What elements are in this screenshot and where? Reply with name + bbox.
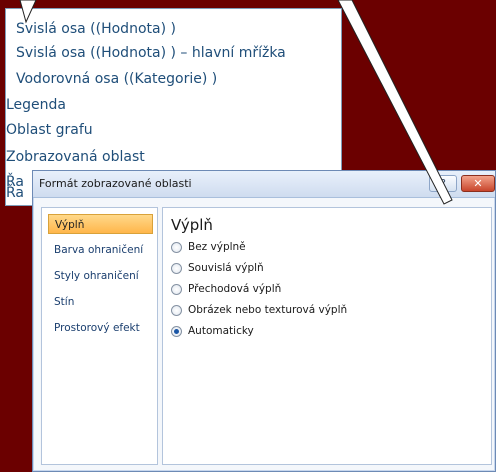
radio-automatic[interactable]	[171, 325, 182, 337]
nav-item-fill[interactable]: Výplň	[48, 214, 153, 234]
option-automatic[interactable]: Automaticky	[171, 325, 254, 341]
close-icon: ✕	[473, 177, 483, 190]
menu-item-chart-area[interactable]: Oblast grafu	[6, 122, 93, 138]
menu-item-series-2[interactable]: Řa	[6, 185, 24, 201]
section-title: Výplň	[171, 216, 213, 234]
option-solid-fill[interactable]: Souvislá výplň	[171, 262, 264, 278]
fill-options-panel: Výplň Bez výplně Souvislá výplň Přechodo…	[162, 207, 492, 465]
menu-item-horizontal-axis[interactable]: Vodorovná osa ((Kategorie) )	[16, 71, 217, 87]
dialog-titlebar[interactable]: Formát zobrazované oblasti ? ✕	[33, 171, 495, 198]
menu-item-vertical-axis[interactable]: Svislá osa ((Hodnota) )	[16, 21, 176, 37]
help-icon: ?	[440, 177, 446, 190]
menu-item-plot-area[interactable]: Zobrazovaná oblast	[6, 149, 145, 165]
radio-solid-fill[interactable]	[171, 262, 182, 274]
help-button[interactable]: ?	[429, 175, 457, 192]
option-gradient-fill[interactable]: Přechodová výplň	[171, 283, 281, 299]
radio-picture-fill[interactable]	[171, 304, 182, 316]
format-plot-area-dialog: Formát zobrazované oblasti ? ✕ Výplň Bar…	[32, 170, 496, 472]
radio-no-fill[interactable]	[171, 241, 182, 253]
option-no-fill[interactable]: Bez výplně	[171, 241, 246, 257]
nav-item-3d-effect[interactable]: Prostorový efekt	[48, 318, 153, 338]
dialog-title: Formát zobrazované oblasti	[39, 177, 192, 190]
menu-item-vertical-axis-gridlines[interactable]: Svislá osa ((Hodnota) ) – hlavní mřížka	[16, 45, 286, 61]
nav-item-border-color[interactable]: Barva ohraničení	[48, 240, 153, 260]
menu-item-legend[interactable]: Legenda	[6, 97, 66, 113]
radio-gradient-fill[interactable]	[171, 283, 182, 295]
option-picture-fill[interactable]: Obrázek nebo texturová výplň	[171, 304, 347, 320]
close-button[interactable]: ✕	[461, 175, 495, 192]
nav-item-border-styles[interactable]: Styly ohraničení	[48, 266, 153, 286]
category-list: Výplň Barva ohraničení Styly ohraničení …	[41, 207, 158, 465]
nav-item-shadow[interactable]: Stín	[48, 292, 153, 312]
